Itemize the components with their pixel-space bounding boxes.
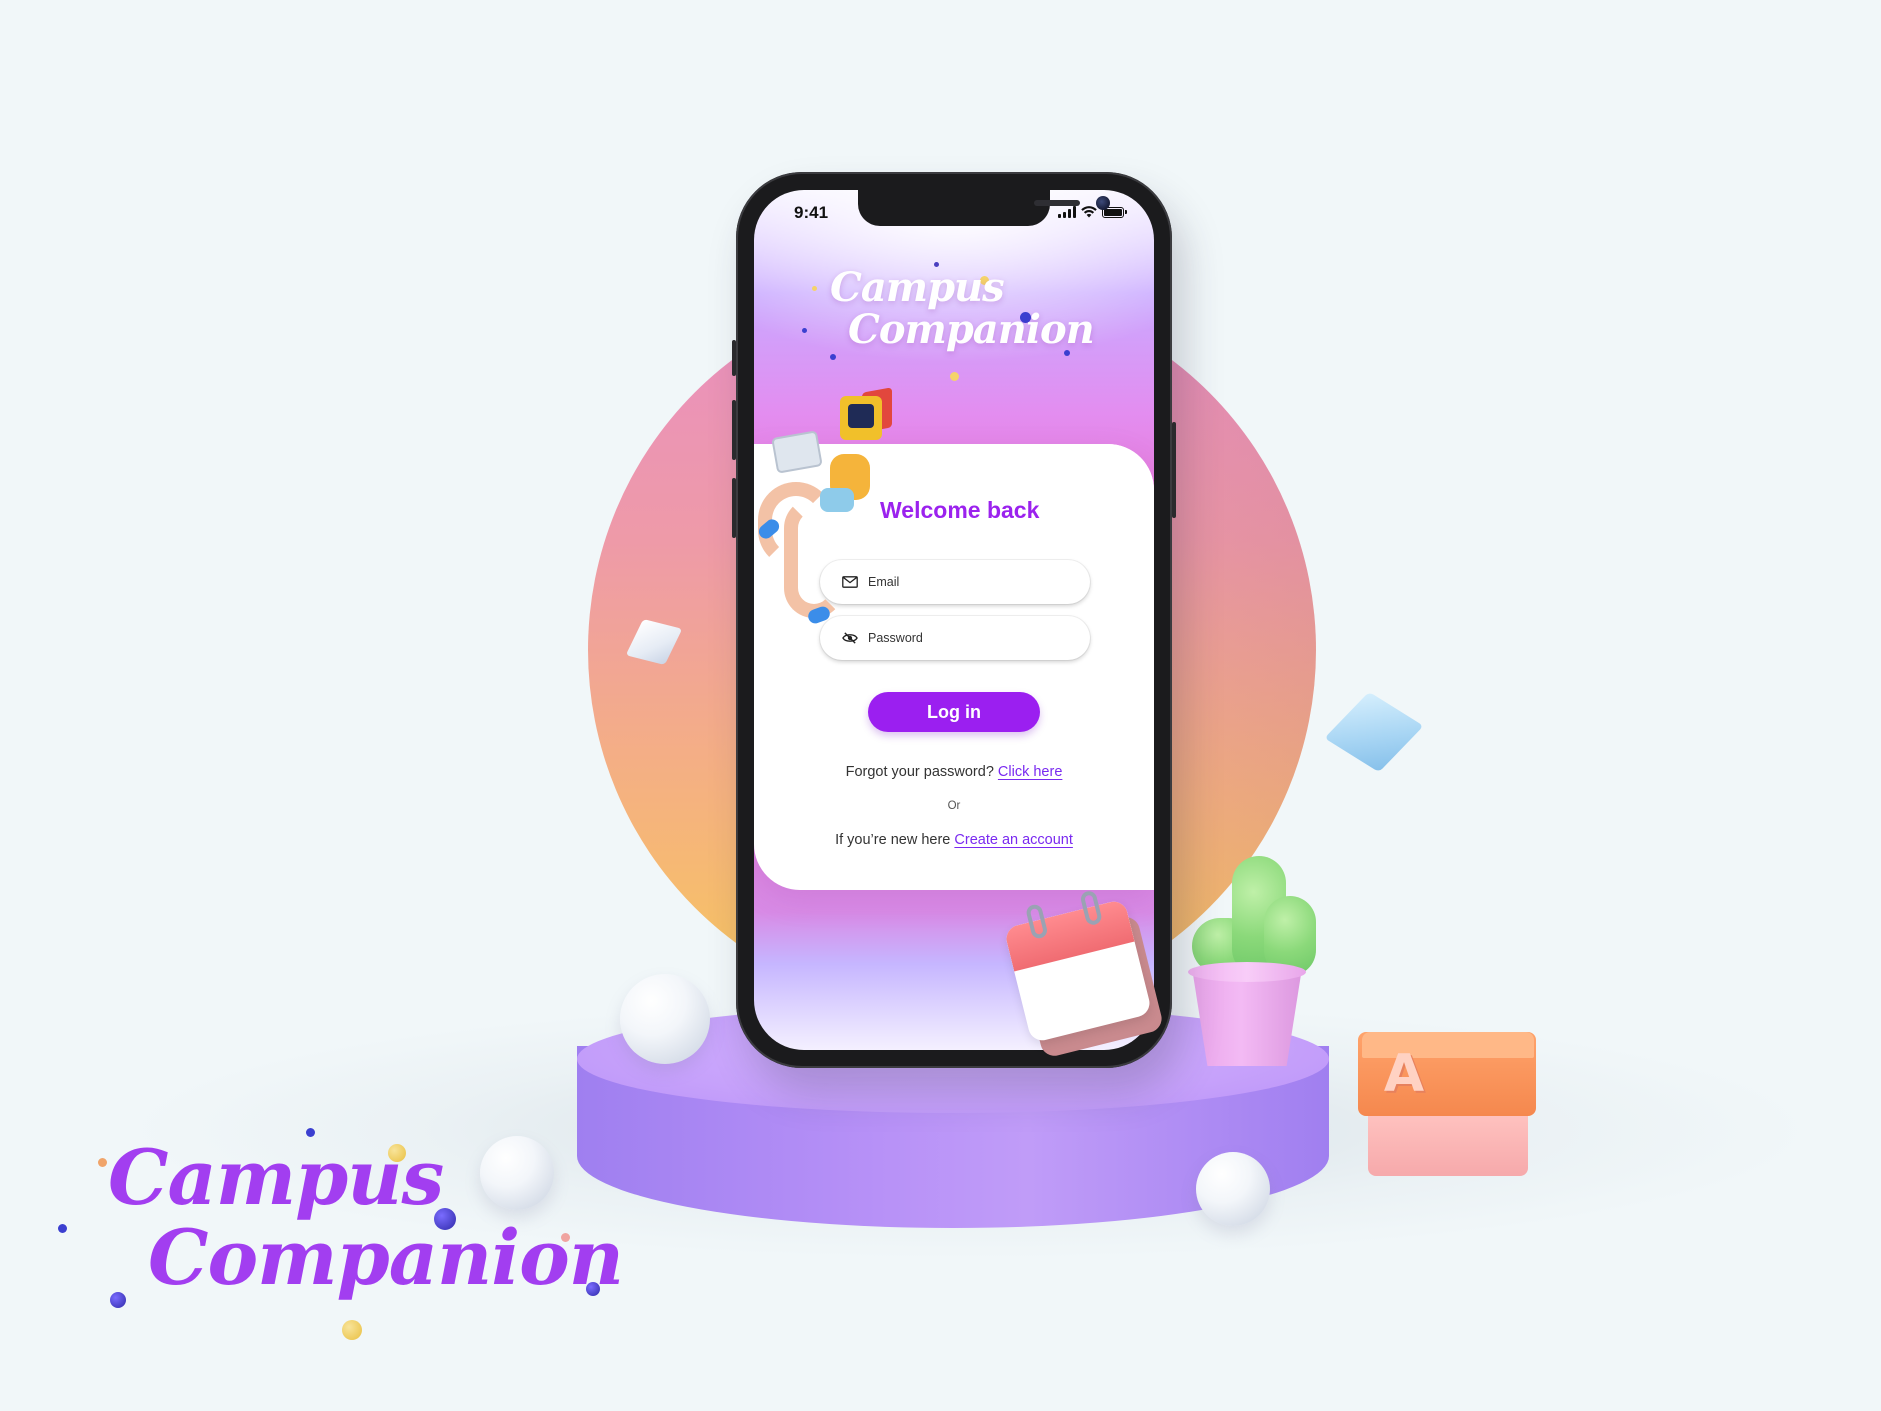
app-logo: Campus Companion	[830, 264, 1095, 378]
phone-side-button	[732, 340, 736, 376]
confetti-dot	[98, 1158, 107, 1167]
brand-logo: Campus Companion	[108, 1133, 624, 1350]
forgot-password-line: Forgot your password? Click here	[754, 764, 1154, 780]
mockup-scene: A 9:41 Campus Companion Welcome back Ema…	[0, 0, 1881, 1411]
blue-cube-decoration	[1324, 691, 1424, 773]
illustration-leg	[784, 498, 844, 618]
welcome-heading: Welcome back	[880, 497, 1040, 523]
student-illustration	[754, 387, 894, 650]
flower-pot-rim	[1188, 962, 1306, 982]
wifi-icon	[1081, 206, 1097, 218]
toy-block-bottom	[1368, 1112, 1528, 1176]
new-user-text: If you’re new here	[835, 832, 951, 848]
confetti-dot	[812, 286, 817, 291]
illustration-laptop	[771, 430, 823, 474]
toy-block-letter: A	[1383, 1044, 1425, 1104]
login-button[interactable]: Log in	[868, 692, 1040, 732]
phone-speaker	[1034, 200, 1080, 206]
phone-power-button	[1172, 422, 1176, 518]
brand-logo-line1: Campus	[108, 1133, 444, 1222]
phone-volume-up-button	[732, 400, 736, 460]
illustration-box-head	[840, 396, 882, 440]
forgot-password-text: Forgot your password?	[845, 764, 994, 780]
sphere-decoration	[1196, 1152, 1270, 1226]
or-separator: Or	[947, 800, 961, 812]
brand-logo-line2: Companion	[148, 1213, 624, 1302]
illustration-shorts	[820, 488, 854, 512]
forgot-password-link[interactable]: Click here	[998, 764, 1062, 780]
sphere-decoration	[620, 974, 710, 1064]
create-account-link[interactable]: Create an account	[954, 832, 1073, 848]
phone-notch	[858, 190, 1110, 226]
app-logo-line2: Companion	[848, 306, 1095, 353]
confetti-dot	[802, 328, 807, 333]
signal-icon	[1058, 206, 1076, 218]
phone-volume-down-button	[732, 478, 736, 538]
new-user-line: If you’re new here Create an account	[754, 832, 1154, 848]
confetti-dot	[58, 1224, 67, 1233]
flower-pot	[1192, 968, 1302, 1066]
phone-camera	[1096, 196, 1110, 210]
status-bar-time: 9:41	[794, 203, 829, 222]
app-logo-line1: Campus	[830, 264, 1005, 311]
